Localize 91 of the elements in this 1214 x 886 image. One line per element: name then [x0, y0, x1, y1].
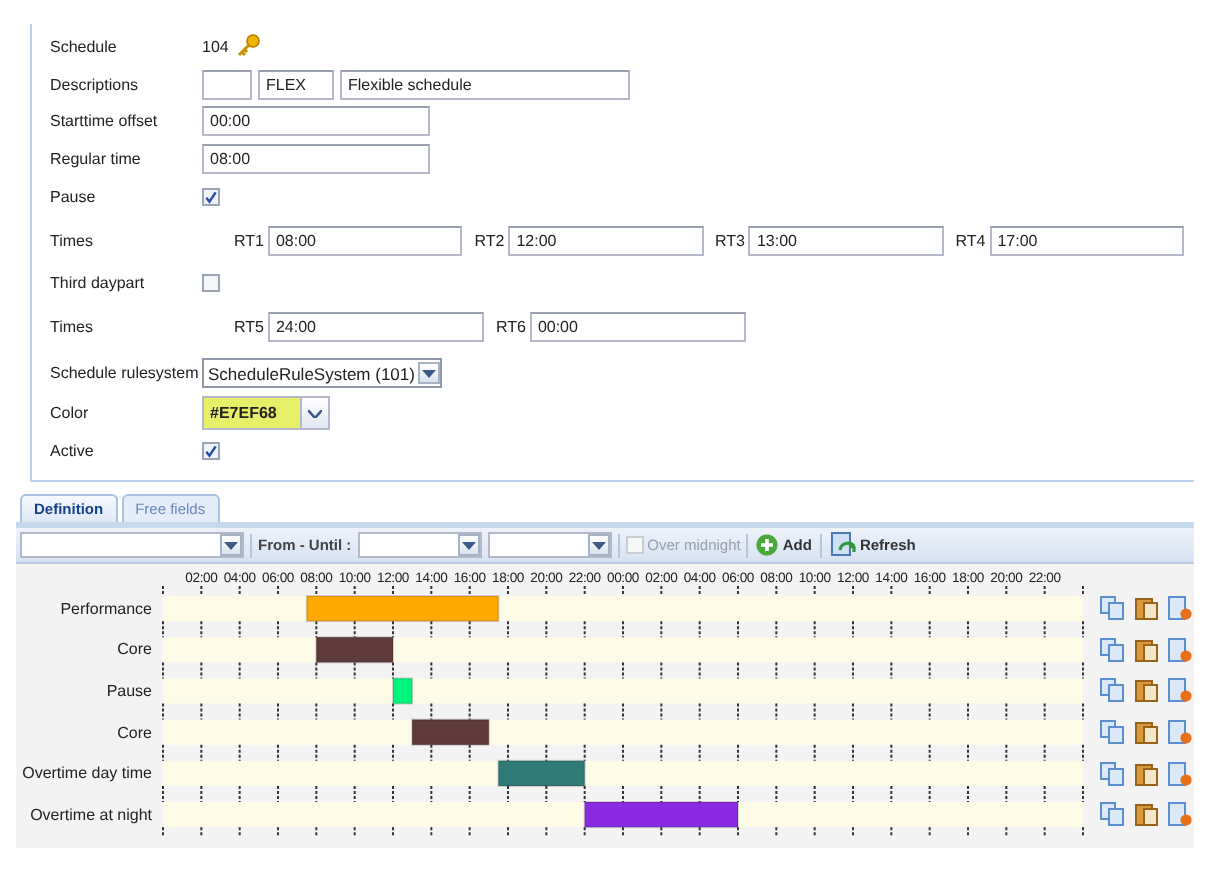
- combo-field[interactable]: [487, 532, 612, 558]
- dropdown-button[interactable]: [418, 362, 441, 385]
- checkbox[interactable]: [202, 442, 220, 461]
- time-field[interactable]: 00:00: [529, 312, 746, 342]
- copy-icon: [1100, 678, 1124, 703]
- paste-button[interactable]: [1134, 802, 1158, 827]
- field-label: Times: [50, 231, 95, 250]
- field-label: Color: [50, 404, 91, 423]
- time-field[interactable]: 00:00: [202, 106, 430, 137]
- field-label: Starttime offset: [50, 112, 160, 131]
- time-field[interactable]: 12:00: [508, 225, 703, 256]
- page-remove-icon: [1168, 761, 1192, 786]
- row-label: Core: [115, 721, 154, 746]
- caret-icon: [422, 369, 437, 378]
- copy-button[interactable]: [1100, 596, 1124, 621]
- checkbox[interactable]: [202, 274, 220, 293]
- code-field[interactable]: [202, 69, 252, 100]
- description-field[interactable]: Flexible schedule: [340, 69, 630, 100]
- delete-button[interactable]: [1168, 637, 1192, 662]
- page-remove-icon: [1168, 678, 1192, 703]
- paste-button[interactable]: [1134, 678, 1158, 703]
- row-label: Core: [115, 638, 154, 663]
- copy-icon: [1100, 596, 1124, 621]
- time-field[interactable]: 08:00: [267, 225, 463, 256]
- field-label: Schedule rulesystem: [50, 364, 201, 383]
- clipboard-icon: [1134, 802, 1158, 827]
- copy-icon: [1100, 720, 1124, 745]
- clipboard-icon: [1134, 720, 1158, 745]
- copy-icon: [1100, 802, 1124, 827]
- time-field[interactable]: 24:00: [267, 312, 484, 342]
- copy-button[interactable]: [1100, 637, 1124, 662]
- checkmark-icon: [204, 442, 218, 461]
- field-label: Pause: [50, 187, 98, 206]
- delete-button[interactable]: [1168, 596, 1192, 621]
- time-field[interactable]: 08:00: [202, 144, 430, 175]
- description-field[interactable]: FLEX: [258, 69, 334, 100]
- time-field[interactable]: 13:00: [748, 225, 944, 256]
- dropdown-button[interactable]: [457, 534, 480, 556]
- combo-field[interactable]: [357, 532, 482, 558]
- row-label: Overtime day time: [20, 762, 154, 787]
- paste-button[interactable]: [1134, 637, 1158, 662]
- page-remove-icon: [1168, 596, 1192, 621]
- slot-label: RT4: [955, 231, 986, 250]
- page-remove-icon: [1168, 802, 1192, 827]
- field-label: Third daypart: [50, 274, 147, 293]
- slot-label: RT6: [495, 318, 526, 336]
- dropdown-button[interactable]: [587, 534, 610, 556]
- checkmark-icon: [204, 187, 218, 206]
- slot-label: RT3: [715, 231, 745, 250]
- slot-label: RT1: [234, 231, 264, 250]
- clipboard-icon: [1134, 678, 1158, 703]
- key-icon: [236, 34, 261, 59]
- plus-icon: [756, 534, 779, 556]
- rulesystem-select[interactable]: ScheduleRuleSystem (101): [202, 358, 443, 389]
- row-label: Overtime at night: [28, 803, 154, 828]
- clipboard-icon: [1134, 761, 1158, 786]
- caret-icon: [591, 541, 606, 549]
- caret-icon: [461, 541, 476, 549]
- row-label: Performance: [58, 597, 154, 622]
- slot-label: RT2: [474, 231, 505, 250]
- refresh-icon: [829, 532, 856, 558]
- field-label: Active: [50, 442, 96, 461]
- copy-button[interactable]: [1100, 720, 1124, 745]
- field-label: Times: [50, 318, 95, 336]
- paste-button[interactable]: [1134, 720, 1158, 745]
- page-remove-icon: [1168, 720, 1192, 745]
- slot-label: RT5: [234, 318, 264, 336]
- field-label: Schedule: [50, 37, 119, 56]
- field-label: Descriptions: [50, 75, 141, 94]
- field-label: Regular time: [50, 150, 143, 169]
- paste-button[interactable]: [1134, 596, 1158, 621]
- delete-button[interactable]: [1168, 720, 1192, 745]
- copy-button[interactable]: [1100, 802, 1124, 827]
- delete-button[interactable]: [1168, 802, 1192, 827]
- schedule-id: 104: [202, 37, 229, 56]
- combo-field[interactable]: [20, 532, 244, 558]
- delete-button[interactable]: [1168, 761, 1192, 786]
- delete-button[interactable]: [1168, 678, 1192, 703]
- checkbox[interactable]: [202, 187, 220, 206]
- row-label: Pause: [104, 679, 154, 704]
- clipboard-icon: [1134, 637, 1158, 662]
- copy-button[interactable]: [1100, 678, 1124, 703]
- copy-button[interactable]: [1100, 761, 1124, 786]
- copy-icon: [1100, 761, 1124, 786]
- caret-icon: [224, 541, 238, 549]
- time-field[interactable]: 17:00: [989, 225, 1184, 256]
- clipboard-icon: [1134, 596, 1158, 621]
- page-remove-icon: [1168, 637, 1192, 662]
- dropdown-button[interactable]: [220, 534, 242, 556]
- paste-button[interactable]: [1134, 761, 1158, 786]
- copy-icon: [1100, 637, 1124, 662]
